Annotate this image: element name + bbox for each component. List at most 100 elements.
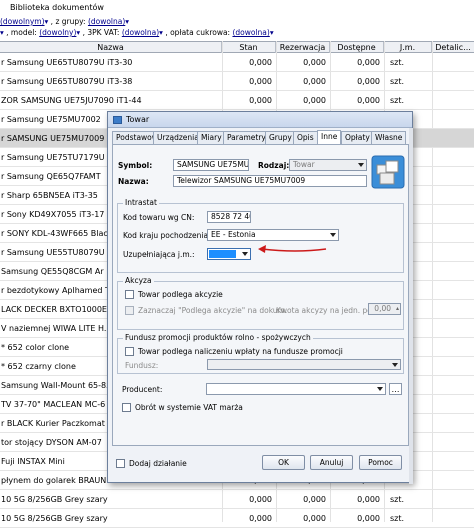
cell-dostepne: 0,000 xyxy=(357,96,380,105)
zaznaczaj-checkbox[interactable] xyxy=(125,306,134,315)
dropdown-arrow-icon[interactable]: ▾ xyxy=(76,28,80,37)
dropdown-arrow-icon[interactable]: ▾ xyxy=(125,17,129,26)
cell-stan: 0,000 xyxy=(249,514,272,523)
nazwa-label: Nazwa: xyxy=(118,177,149,186)
cell-nazwa: 10 5G 8/256GB Grey szary xyxy=(1,495,108,504)
uzup-jm-value xyxy=(209,250,236,258)
dialog-scrollbar[interactable] xyxy=(409,128,413,484)
filter-model-value[interactable]: (dowolny) xyxy=(39,28,76,37)
vat-marza-label: Obrót w systemie VAT marża xyxy=(135,403,243,412)
ok-button[interactable]: OK xyxy=(262,455,305,470)
annotation-arrow-icon xyxy=(258,245,327,253)
filter-model-label: , model: xyxy=(6,28,37,37)
cell-stan: 0,000 xyxy=(249,77,272,86)
table-row[interactable]: ZOR SAMSUNG UE75JU7090 iT1-44 0,000 0,000 0… xyxy=(0,91,474,110)
akcyza-checkbox[interactable] xyxy=(125,290,134,299)
kwota-value: 0,00 xyxy=(374,304,391,313)
vat-marza-checkbox[interactable] xyxy=(122,403,131,412)
symbol-label: Symbol: xyxy=(118,161,153,170)
cell-dostepne: 0,000 xyxy=(357,77,380,86)
symbol-field[interactable]: SAMSUNG UE75MU7009 xyxy=(173,159,249,171)
dropdown-arrow-icon[interactable]: ▾ xyxy=(0,28,4,37)
rodzaj-value: Towar xyxy=(293,160,315,169)
table-row[interactable]: r Samsung UE65TU8079U iT3-30 0,000 0,000 0,… xyxy=(0,53,474,72)
cell-rezerwacja: 0,000 xyxy=(303,77,326,86)
help-button[interactable]: Pomoc xyxy=(359,455,402,470)
dropdown-arrow-icon[interactable]: ▾ xyxy=(159,28,163,37)
fundusz-select[interactable] xyxy=(207,359,401,370)
kod-cn-field[interactable]: 8528 72 40 xyxy=(207,211,251,223)
uzup-jm-select[interactable] xyxy=(207,248,251,260)
filter-vat-label: , 3PK VAT: xyxy=(82,28,120,37)
chevron-down-icon xyxy=(330,233,336,237)
nazwa-field[interactable]: Telewizor SAMSUNG UE75MU7009 xyxy=(173,175,367,187)
kod-cn-label: Kod towaru wg CN: xyxy=(123,213,195,222)
product-boxes-icon xyxy=(371,155,405,189)
filter-vat-value[interactable]: (dowolna) xyxy=(122,28,159,37)
chevron-down-icon xyxy=(242,252,248,256)
dropdown-arrow-icon[interactable]: ▾ xyxy=(45,17,49,26)
dropdown-arrow-icon[interactable]: ▾ xyxy=(270,28,274,37)
cell-jm: szt. xyxy=(390,495,405,504)
filter-value-1[interactable]: (dowolnym) xyxy=(0,17,45,26)
fundusz-checkbox[interactable] xyxy=(125,347,134,356)
table-row[interactable]: r Samsung UE65TU8079U iT3-38 0,000 0,000 0,… xyxy=(0,72,474,91)
tab-wlasne[interactable]: Własne xyxy=(371,131,407,144)
tab-urzadzenia[interactable]: Urządzenia xyxy=(153,131,203,144)
cell-jm: szt. xyxy=(390,58,405,67)
filter-cukr-label: , opłata cukrowa: xyxy=(165,28,231,37)
producent-select[interactable] xyxy=(206,383,386,395)
chevron-down-icon xyxy=(377,387,383,391)
column-header-nazwa[interactable]: Nazwa xyxy=(0,42,222,53)
tab-grupy[interactable]: Grupy xyxy=(265,131,296,144)
more-button[interactable]: … xyxy=(389,383,402,395)
cell-stan: 0,000 xyxy=(249,58,272,67)
cell-nazwa: 10 5G 8/256GB Grey szary xyxy=(1,514,108,523)
column-header-dostepne[interactable]: Dostępne xyxy=(330,42,384,53)
akcyza-group: Akcyza Towar podlega akcyzie Zaznaczaj "… xyxy=(117,276,404,330)
table-row[interactable]: 10 5G 8/256GB Grey szary 0,000 0,000 0,000 s… xyxy=(0,490,474,509)
tab-oplaty[interactable]: Opłaty xyxy=(341,131,374,144)
cell-jm: szt. xyxy=(390,514,405,523)
column-header-jm[interactable]: J.m. xyxy=(384,42,432,53)
grid-header: Nazwa Stan Rezerwacja Dostępne J.m. Deta… xyxy=(0,41,474,53)
tab-parametry[interactable]: Parametry xyxy=(223,131,270,144)
kraj-select[interactable]: EE - Estonia xyxy=(207,229,339,241)
cell-nazwa: r Samsung UE65TU8079U iT3-38 xyxy=(1,77,133,86)
filter-cukr-value[interactable]: (dowolna) xyxy=(232,28,269,37)
filter-grupy-value[interactable]: (dowolna) xyxy=(88,17,125,26)
cell-rezerwacja: 0,000 xyxy=(303,514,326,523)
spinner-icon[interactable]: ▴ xyxy=(396,304,399,314)
cell-stan: 0,000 xyxy=(249,495,272,504)
fundusz-group: Fundusz promocji produktów rolno - spoży… xyxy=(117,333,404,374)
akcyza-title: Akcyza xyxy=(123,276,154,285)
cell-dostepne: 0,000 xyxy=(357,58,380,67)
column-header-stan[interactable]: Stan xyxy=(222,42,276,53)
tab-miary[interactable]: Miary xyxy=(197,131,226,144)
cell-nazwa: ZOR SAMSUNG UE75JU7090 iT1-44 xyxy=(1,96,142,105)
intrastat-title: Intrastat xyxy=(123,198,159,207)
filter-line-2: ▾ , model: (dowolny)▾ , 3PK VAT: (dowoln… xyxy=(0,28,274,40)
filter-grupy-label: , z grupy: xyxy=(50,17,86,26)
dialog-titlebar[interactable]: Towar xyxy=(108,112,412,128)
rodzaj-select[interactable]: Towar xyxy=(289,159,367,171)
fundusz-title: Fundusz promocji produktów rolno - spoży… xyxy=(123,333,313,342)
fundusz-podlega-label: Towar podlega naliczeniu wpłaty na fundu… xyxy=(138,347,343,356)
app-icon xyxy=(113,116,122,124)
column-header-rezerwacja[interactable]: Rezerwacja xyxy=(276,42,330,53)
window-title: Biblioteka dokumentów xyxy=(10,3,104,12)
dodaj-dzialanie-checkbox[interactable] xyxy=(116,459,125,468)
kwota-field[interactable]: 0,00 ▴ xyxy=(368,303,401,315)
table-row[interactable]: 10 5G 8/256GB Grey szary 0,000 0,000 0,000 s… xyxy=(0,509,474,528)
cell-jm: szt. xyxy=(390,96,405,105)
tab-opis[interactable]: Opis xyxy=(293,131,318,144)
cancel-button[interactable]: Anuluj xyxy=(310,455,353,470)
tab-inne[interactable]: Inne xyxy=(317,130,342,144)
column-header-detaliczna[interactable]: Detalic... xyxy=(432,42,474,53)
cell-dostepne: 0,000 xyxy=(357,514,380,523)
akcyza-label: Towar podlega akcyzie xyxy=(138,290,223,299)
producent-label: Producent: xyxy=(122,385,163,394)
cell-rezerwacja: 0,000 xyxy=(303,96,326,105)
fundusz-label: Fundusz: xyxy=(125,361,159,370)
cell-rezerwacja: 0,000 xyxy=(303,495,326,504)
